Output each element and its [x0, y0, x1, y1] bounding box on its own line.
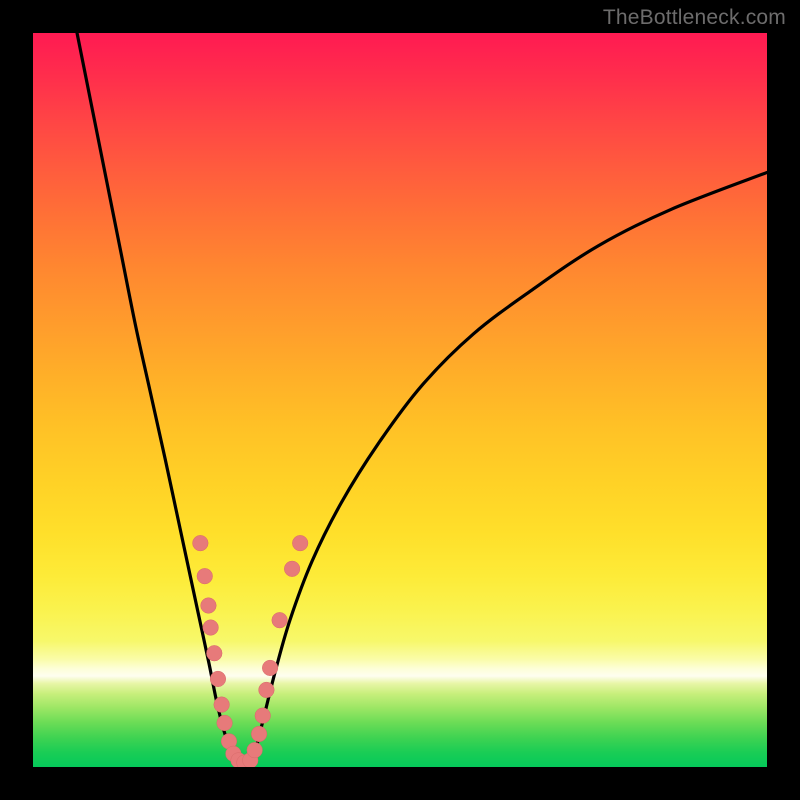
data-dot — [210, 671, 226, 687]
data-dot — [201, 598, 217, 614]
data-dot — [193, 535, 209, 551]
data-dot — [284, 561, 300, 577]
data-dot — [255, 708, 271, 724]
curve-right-branch — [252, 172, 767, 763]
data-dot — [247, 742, 263, 758]
curve-layer — [33, 33, 767, 767]
data-dot — [197, 568, 213, 584]
plot-area — [33, 33, 767, 767]
data-dot — [206, 645, 222, 661]
chart-frame: TheBottleneck.com — [0, 0, 800, 800]
data-dot — [251, 726, 267, 742]
watermark-text: TheBottleneck.com — [603, 6, 786, 30]
bottleneck-curve — [77, 33, 767, 763]
data-dot — [262, 660, 278, 676]
data-dot — [292, 535, 308, 551]
data-dots — [193, 535, 308, 767]
data-dot — [217, 715, 233, 731]
data-dot — [259, 682, 275, 698]
data-dot — [272, 612, 288, 628]
data-dot — [214, 697, 230, 713]
data-dot — [203, 620, 219, 636]
